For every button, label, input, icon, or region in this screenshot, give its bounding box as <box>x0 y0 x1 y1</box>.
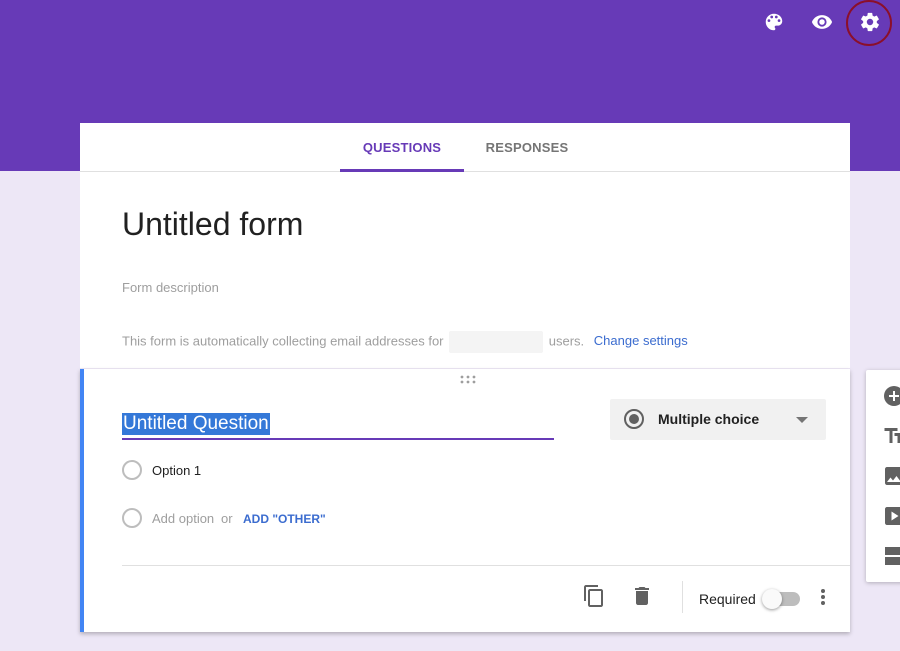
email-collection-note: This form is automatically collecting em… <box>122 331 688 353</box>
form-description-field[interactable]: Form description <box>122 280 219 295</box>
add-video-icon[interactable] <box>882 504 900 528</box>
form-title[interactable]: Untitled form <box>122 206 303 243</box>
option-1-label[interactable]: Option 1 <box>152 463 201 478</box>
add-option-field[interactable]: Add option <box>152 511 214 526</box>
drag-handle-icon[interactable] <box>458 375 478 385</box>
redacted-domain <box>449 331 544 353</box>
radio-button-icon <box>624 409 644 429</box>
change-settings-link[interactable]: Change settings <box>594 333 688 348</box>
add-title-icon[interactable] <box>882 424 900 448</box>
required-label: Required <box>699 591 756 607</box>
add-question-icon[interactable] <box>882 384 900 408</box>
question-title-input[interactable]: Untitled Question <box>122 403 554 440</box>
tab-questions[interactable]: QUESTIONS <box>340 123 464 172</box>
gear-highlight-ring <box>846 0 892 46</box>
more-vert-icon[interactable] <box>818 588 828 608</box>
required-toggle[interactable] <box>762 589 800 609</box>
question-title-text: Untitled Question <box>122 413 270 435</box>
add-image-icon[interactable] <box>882 464 900 488</box>
option-radio-icon <box>122 460 142 480</box>
tab-questions-label: QUESTIONS <box>362 140 442 155</box>
add-section-icon[interactable] <box>882 544 900 568</box>
tab-bar: QUESTIONS RESPONSES <box>80 123 850 172</box>
question-footer-divider <box>122 565 850 566</box>
or-text: or <box>221 511 233 526</box>
chevron-down-icon <box>796 417 808 423</box>
eye-icon[interactable] <box>808 8 836 36</box>
palette-icon[interactable] <box>760 8 788 36</box>
trash-icon[interactable] <box>630 584 654 608</box>
footer-separator <box>682 581 683 613</box>
add-other-button[interactable]: ADD "OTHER" <box>243 512 326 526</box>
tab-responses[interactable]: RESPONSES <box>464 123 590 172</box>
duplicate-icon[interactable] <box>582 584 606 608</box>
question-type-label: Multiple choice <box>658 411 760 427</box>
form-header-card: Untitled form Form description This form… <box>80 172 850 368</box>
question-card[interactable]: Untitled Question Multiple choice Option… <box>80 369 850 632</box>
side-toolbar <box>866 370 900 582</box>
tab-responses-label: RESPONSES <box>485 140 569 155</box>
question-type-dropdown[interactable]: Multiple choice <box>610 399 826 440</box>
email-note-suffix: users. <box>548 333 585 349</box>
add-option-radio-icon <box>122 508 142 528</box>
email-note-text: This form is automatically collecting em… <box>122 333 444 349</box>
